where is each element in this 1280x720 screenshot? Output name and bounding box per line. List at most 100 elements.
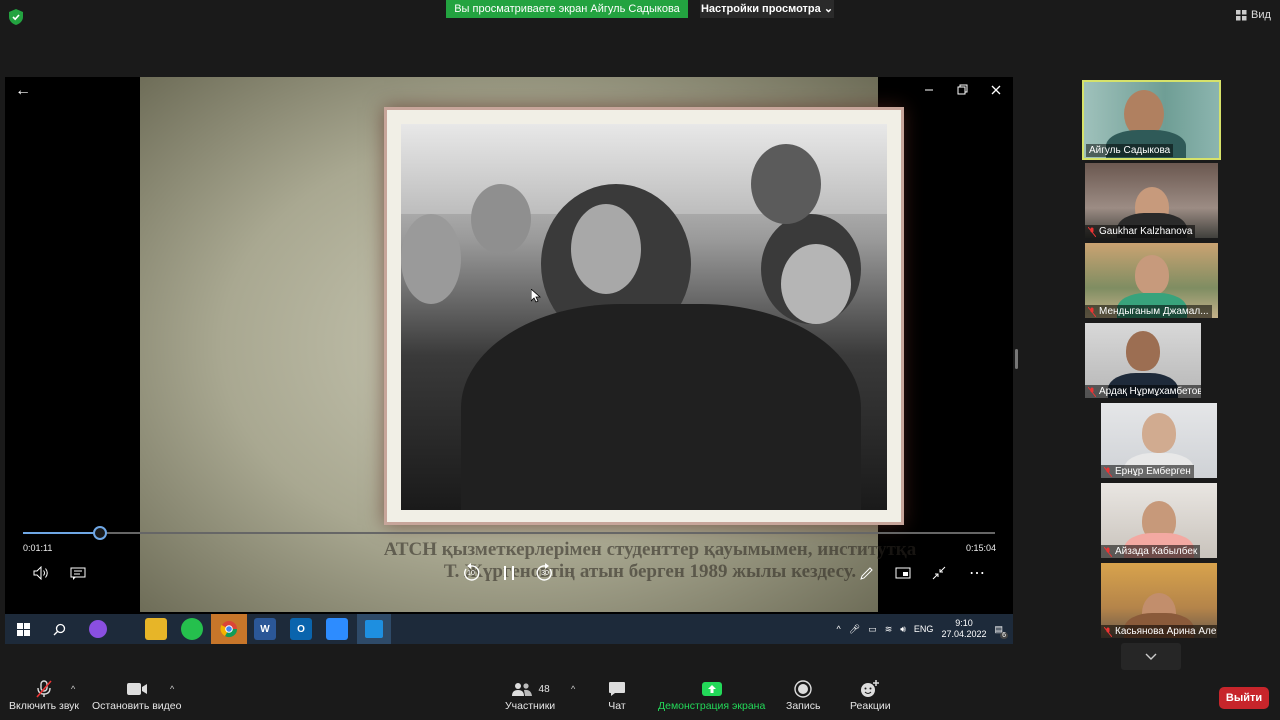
back-arrow-icon[interactable]: ← <box>15 82 35 100</box>
seek-track[interactable] <box>23 532 995 534</box>
archive-photo <box>401 124 887 510</box>
record-button[interactable]: Запись <box>786 678 820 712</box>
participant-name-bar: Касьянова Арина Але... <box>1101 625 1217 638</box>
mic-muted-icon <box>1088 226 1096 237</box>
chat-label: Чат <box>608 700 626 712</box>
battery-icon[interactable]: ▭ <box>868 624 877 635</box>
pen-icon[interactable] <box>854 561 878 585</box>
seek-thumb[interactable] <box>93 526 107 540</box>
participant-name: Ардақ Нұрмұхамбетов <box>1099 386 1201 397</box>
participant-tile[interactable]: Ардақ Нұрмұхамбетов <box>1085 323 1201 398</box>
share-screen-label: Демонстрация экрана <box>658 700 766 712</box>
chat-icon <box>608 678 626 700</box>
skip-forward-button[interactable]: 30 <box>533 561 557 585</box>
participant-tile[interactable]: Касьянова Арина Але... <box>1101 563 1217 638</box>
video-player-taskbar-icon[interactable] <box>357 614 391 644</box>
participants-label: Участники <box>505 700 556 712</box>
unmute-button[interactable]: Включить звук <box>9 678 79 712</box>
taskbar-date: 27.04.2022 <box>941 629 987 639</box>
video-camera-icon <box>126 678 148 700</box>
view-button[interactable]: Вид <box>1236 6 1271 24</box>
participant-tile[interactable]: Gaukhar Kalzhanova <box>1085 163 1218 238</box>
file-explorer-icon[interactable] <box>145 618 167 640</box>
unmute-label: Включить звук <box>9 700 80 712</box>
participants-caret-icon[interactable]: ^ <box>571 684 575 694</box>
participant-name: Айзада Кабылбек <box>1115 546 1198 557</box>
audio-options-caret-icon[interactable]: ^ <box>71 684 75 694</box>
smiley-plus-icon <box>860 678 880 700</box>
participant-name: Gaukhar Kalzhanova <box>1099 226 1193 237</box>
whatsapp-icon[interactable] <box>181 618 203 640</box>
participant-tile[interactable]: Мендыганым Джамал... <box>1085 243 1218 318</box>
reactions-button[interactable]: Реакции <box>850 678 891 712</box>
skip-forward-label: 30 <box>541 570 549 577</box>
chat-button[interactable]: Чат <box>608 678 626 712</box>
skip-back-button[interactable]: 10 <box>459 561 483 585</box>
participant-name: Айгуль Садыкова <box>1086 144 1174 157</box>
participant-name-bar: Gaukhar Kalzhanova <box>1085 225 1196 238</box>
restore-icon[interactable] <box>954 82 970 98</box>
zoom-taskbar-icon[interactable] <box>326 618 348 640</box>
word-icon[interactable]: W <box>254 618 276 640</box>
archive-photo-frame <box>384 107 904 525</box>
current-time: 0:01:11 <box>23 543 53 553</box>
mouse-cursor-icon <box>531 289 541 303</box>
participant-tile-active[interactable]: Айгуль Садыкова <box>1082 80 1221 160</box>
participant-name-bar: Ардақ Нұрмұхамбетов <box>1085 385 1201 398</box>
mic-muted-icon <box>1104 466 1112 477</box>
mic-muted-icon <box>1104 546 1112 557</box>
notifications-count: 6 <box>1000 631 1008 639</box>
share-screen-button[interactable]: Демонстрация экрана <box>658 678 765 712</box>
volume-icon[interactable] <box>29 561 53 585</box>
mini-player-icon[interactable] <box>891 561 915 585</box>
total-time: 0:15:04 <box>966 543 997 553</box>
skip-back-label: 10 <box>467 570 475 577</box>
meeting-toolbar: Включить звук ^ Остановить видео ^ 48 Уч… <box>0 670 1280 720</box>
taskbar-time: 9:10 <box>955 618 973 628</box>
grid-icon <box>1236 9 1247 20</box>
participants-button[interactable]: 48 Участники <box>505 678 555 712</box>
alice-assistant-icon[interactable] <box>89 620 107 638</box>
participant-name: Ернұр Емберген <box>1115 466 1191 477</box>
leave-meeting-button[interactable]: Выйти <box>1219 687 1269 709</box>
security-shield-icon[interactable] <box>9 9 23 25</box>
microphone-icon[interactable]: 🎤︎ <box>849 624 860 635</box>
language-indicator[interactable]: ENG <box>914 624 934 634</box>
participant-name-bar: Мендыганым Джамал... <box>1085 305 1212 318</box>
subtitle-line-1: АТСН қызметкерлерімен студенттер қауымым… <box>383 539 917 560</box>
panel-splitter[interactable] <box>1015 349 1018 369</box>
pause-button[interactable] <box>497 561 521 585</box>
participant-tile[interactable]: Ернұр Емберген <box>1101 403 1217 478</box>
speaker-icon[interactable]: 🔊︎ <box>900 624 906 635</box>
close-icon[interactable] <box>988 82 1004 98</box>
exit-fullscreen-icon[interactable] <box>927 561 951 585</box>
video-options-caret-icon[interactable]: ^ <box>170 684 174 694</box>
participant-name: Касьянова Арина Але... <box>1115 626 1217 637</box>
taskbar-clock[interactable]: 9:10 27.04.2022 <box>941 618 986 640</box>
participants-icon <box>511 683 532 696</box>
more-options-icon[interactable]: ⋯ <box>965 561 989 585</box>
wifi-icon[interactable]: ≋ <box>885 624 893 635</box>
outlook-icon[interactable]: O <box>290 618 312 640</box>
pause-icon <box>504 566 514 580</box>
record-label: Запись <box>786 700 821 712</box>
mic-muted-icon <box>1088 386 1096 397</box>
participant-tile[interactable]: Айзада Кабылбек <box>1101 483 1217 558</box>
minimize-icon[interactable] <box>921 82 937 98</box>
shared-screen[interactable]: АТСН қызметкерлерімен студенттер қауымым… <box>5 77 1013 644</box>
more-participants-button[interactable] <box>1121 643 1181 670</box>
record-icon <box>794 678 812 700</box>
stop-video-button[interactable]: Остановить видео <box>92 678 181 712</box>
participant-name-bar: Айзада Кабылбек <box>1101 545 1201 558</box>
search-icon[interactable] <box>48 618 70 640</box>
notifications-icon[interactable]: ▤ 6 <box>994 624 1008 639</box>
view-options-label: Настройки просмотра <box>700 3 821 15</box>
chevron-up-icon[interactable]: ^ <box>837 624 841 634</box>
captions-icon[interactable] <box>66 561 90 585</box>
windows-start-icon[interactable] <box>12 618 34 640</box>
chrome-icon[interactable] <box>211 614 247 644</box>
participant-name-bar: Ернұр Емберген <box>1101 465 1194 478</box>
view-options-dropdown[interactable]: Настройки просмотра ⌄ <box>700 0 834 18</box>
screen-share-banner: Вы просматриваете экран Айгуль Садыкова <box>446 0 688 18</box>
stop-video-label: Остановить видео <box>92 700 182 712</box>
